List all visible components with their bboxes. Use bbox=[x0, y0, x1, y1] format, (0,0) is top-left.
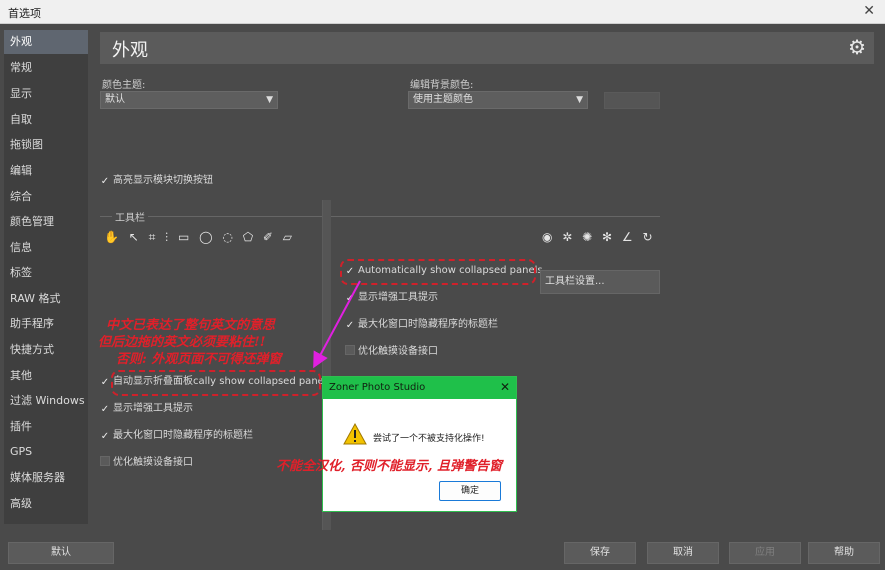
theme-select[interactable]: 默认 ▼ bbox=[100, 91, 278, 109]
sidebar-item-integration[interactable]: 综合 bbox=[4, 185, 88, 209]
checkmark-icon: ✓ bbox=[100, 404, 110, 415]
checkmark-icon: ✓ bbox=[100, 431, 110, 442]
page-header: 外观 ⚙ bbox=[100, 32, 874, 64]
enhanced-tooltips-checkbox[interactable]: ✓ 显示增强工具提示 bbox=[100, 401, 193, 417]
annotation-text-line1: 中文已表达了整句英文的意思 bbox=[106, 318, 276, 333]
hide-titlebar-label: 最大化窗口时隐藏程序的标题栏 bbox=[113, 430, 253, 441]
annotation-ring-translated bbox=[111, 370, 321, 396]
page-title: 外观 bbox=[112, 40, 148, 61]
chevron-down-icon: ▼ bbox=[266, 95, 273, 105]
bg-color-value: 使用主题颜色 bbox=[413, 94, 473, 105]
annotation-arrow bbox=[313, 280, 361, 369]
help-button[interactable]: 帮助 bbox=[808, 542, 880, 564]
sidebar-item-helpers[interactable]: 助手程序 bbox=[4, 312, 88, 336]
bg-color-swatch[interactable] bbox=[604, 92, 660, 109]
sidebar-item-plugins[interactable]: 插件 bbox=[4, 415, 88, 439]
annotation-text-bottom: 不能全汉化, 否则不能显示, 且弹警告窗 bbox=[276, 459, 503, 474]
checkmark-icon: ✓ bbox=[100, 377, 110, 388]
theme-label: 颜色主题: bbox=[102, 80, 146, 91]
sidebar-item-advanced[interactable]: 高级 bbox=[4, 492, 88, 516]
title-bar: 首选项 ✕ bbox=[0, 0, 885, 24]
enhanced-tooltips-label: 显示增强工具提示 bbox=[113, 403, 193, 414]
window-title: 首选项 bbox=[8, 7, 41, 20]
close-icon[interactable]: ✕ bbox=[863, 3, 875, 19]
dialog-message: 尝试了一个不被支持化操作! bbox=[373, 434, 485, 444]
toolbar-tools-icons[interactable]: ✋ ↖ ⌗ ⫶ ▭ ◯ ◌ ⬠ ✐ ▱ bbox=[104, 230, 295, 245]
highlight-module-checkbox[interactable]: ✓ 高亮显示模块切换按钮 bbox=[100, 173, 213, 189]
toolbar-group-divider bbox=[100, 216, 660, 217]
sidebar: 外观 常规 显示 自取 拖锁图 编辑 综合 颜色管理 信息 标签 RAW 格式 … bbox=[4, 30, 88, 524]
checkbox-empty-icon bbox=[100, 456, 110, 466]
sidebar-item-appearance[interactable]: 外观 bbox=[4, 30, 88, 54]
sidebar-item-edit[interactable]: 编辑 bbox=[4, 159, 88, 183]
touch-optimize-label-right: 优化触摸设备接口 bbox=[358, 346, 438, 357]
sidebar-item-gps[interactable]: GPS bbox=[4, 440, 88, 464]
sidebar-item-info[interactable]: 信息 bbox=[4, 236, 88, 260]
bg-color-label: 编辑背景颜色: bbox=[410, 80, 474, 91]
hide-titlebar-checkbox[interactable]: ✓ 最大化窗口时隐藏程序的标题栏 bbox=[100, 428, 253, 444]
dialog-close-icon[interactable]: ✕ bbox=[500, 380, 510, 394]
enhanced-tooltips-label-right: 显示增强工具提示 bbox=[358, 292, 438, 303]
theme-value: 默认 bbox=[105, 94, 125, 105]
dialog-ok-button[interactable]: 确定 bbox=[439, 481, 501, 501]
sidebar-item-other[interactable]: 其他 bbox=[4, 364, 88, 388]
sidebar-item-labels[interactable]: 标签 bbox=[4, 261, 88, 285]
sidebar-item-display[interactable]: 显示 bbox=[4, 82, 88, 106]
sidebar-item-import[interactable]: 自取 bbox=[4, 108, 88, 132]
annotation-text-line2: 但后边拖的英文必须要粘住!! bbox=[98, 335, 266, 350]
bg-color-select[interactable]: 使用主题颜色 ▼ bbox=[408, 91, 588, 109]
chevron-down-icon: ▼ bbox=[576, 95, 583, 105]
hide-titlebar-label-right: 最大化窗口时隐藏程序的标题栏 bbox=[358, 319, 498, 330]
sidebar-item-shortcuts[interactable]: 快捷方式 bbox=[4, 338, 88, 362]
sidebar-item-color-management[interactable]: 颜色管理 bbox=[4, 210, 88, 234]
checkmark-icon: ✓ bbox=[100, 176, 110, 187]
sidebar-item-thumbnails[interactable]: 拖锁图 bbox=[4, 133, 88, 157]
toolbar-settings-button[interactable]: 工具栏设置... bbox=[540, 270, 660, 294]
sidebar-item-raw[interactable]: RAW 格式 bbox=[4, 287, 88, 311]
sidebar-item-windows-filter[interactable]: 过滤 Windows bbox=[4, 389, 88, 413]
touch-optimize-label: 优化触摸设备接口 bbox=[113, 457, 193, 468]
apply-button[interactable]: 应用 bbox=[729, 542, 801, 564]
sidebar-item-general[interactable]: 常规 bbox=[4, 56, 88, 80]
touch-optimize-checkbox[interactable]: 优化触摸设备接口 bbox=[100, 455, 193, 471]
toolbar-group-label: 工具栏 bbox=[112, 209, 148, 224]
warning-dialog: Zoner Photo Studio ✕ 尝试了一个不被支持化操作! 确定 bbox=[322, 376, 517, 512]
dialog-title: Zoner Photo Studio bbox=[323, 377, 516, 399]
sidebar-item-media-server[interactable]: 媒体服务器 bbox=[4, 466, 88, 490]
annotation-text-line3: 否则: 外观页面不可得还弹窗 bbox=[116, 352, 282, 367]
gear-icon[interactable]: ⚙ bbox=[848, 35, 866, 59]
save-button[interactable]: 保存 bbox=[564, 542, 636, 564]
highlight-module-label: 高亮显示模块切换按钮 bbox=[113, 175, 213, 186]
default-button[interactable]: 默认 bbox=[8, 542, 114, 564]
toolbar-tools-icons-right[interactable]: ◉ ✲ ✺ ✻ ∠ ↻ bbox=[542, 230, 656, 244]
preferences-window: 首选项 ✕ 外观 常规 显示 自取 拖锁图 编辑 综合 颜色管理 信息 标签 R… bbox=[0, 0, 885, 570]
warning-icon bbox=[343, 423, 367, 445]
cancel-button[interactable]: 取消 bbox=[647, 542, 719, 564]
